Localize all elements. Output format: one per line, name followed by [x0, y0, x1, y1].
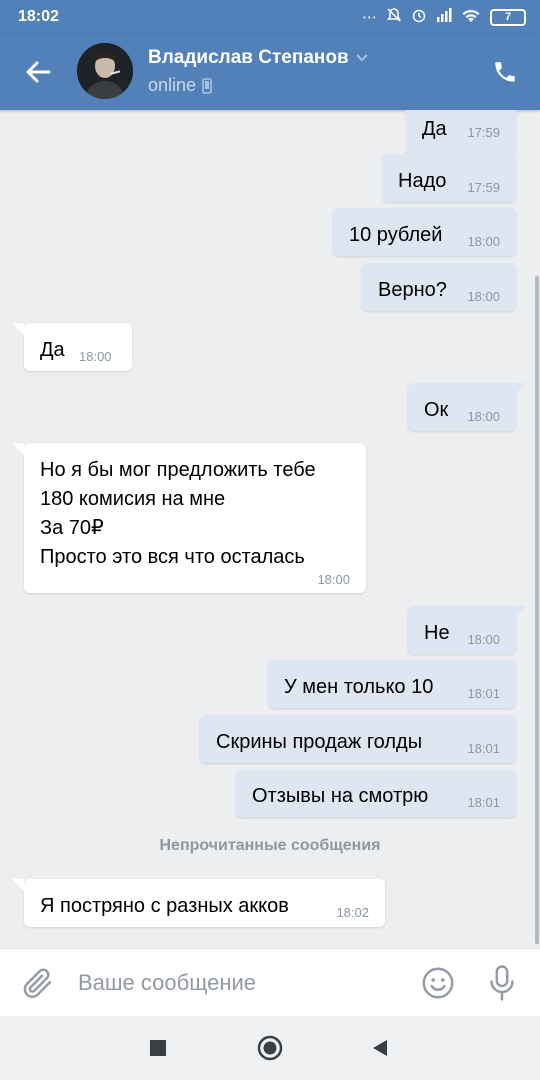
message-text: 10 рублей	[349, 224, 443, 246]
mute-icon	[386, 7, 402, 27]
message-text: Да	[422, 118, 447, 140]
message-text: У мен только 10	[284, 676, 434, 698]
message-text: Да	[40, 339, 65, 361]
message-text: Отзывы на смотрю	[252, 785, 429, 807]
peer-name[interactable]: Владислав Степанов	[148, 47, 369, 69]
message-time: 18:01	[467, 795, 500, 810]
message-text: Скрины продаж голды	[216, 731, 423, 753]
call-button[interactable]	[488, 55, 522, 89]
online-status: online	[148, 75, 197, 95]
status-icons: ⋯ 7	[362, 7, 526, 27]
message-outgoing[interactable]: Да 17:59	[406, 110, 516, 156]
message-text: Надо	[398, 170, 447, 192]
message-outgoing[interactable]: Не 18:00	[408, 606, 526, 654]
system-nav-bar	[0, 1016, 540, 1080]
unread-divider: Непрочитанные сообщения	[159, 837, 381, 854]
message-composer	[0, 948, 540, 1016]
message-time: 18:00	[467, 234, 500, 249]
message-incoming[interactable]: Но я бы мог предложить тебе 180 комисия …	[12, 443, 366, 593]
message-text: Но я бы мог предложить тебе 180 комисия …	[40, 459, 316, 568]
message-time: 18:01	[467, 741, 500, 756]
voice-message-button[interactable]	[484, 963, 520, 1003]
message-outgoing[interactable]: Надо 17:59	[382, 154, 516, 202]
message-outgoing[interactable]: У мен только 10 18:01	[268, 660, 516, 708]
circle-icon	[257, 1035, 283, 1061]
chevron-down-icon	[355, 54, 368, 62]
phone-icon	[495, 62, 515, 82]
peer-status: online	[148, 75, 212, 96]
triangle-back-icon	[373, 1040, 387, 1056]
chat-header: Владислав Степанов online	[0, 34, 540, 110]
message-input[interactable]	[78, 963, 398, 1003]
message-incoming[interactable]: Я постряно с разных акков 18:02	[12, 879, 385, 927]
emoji-button[interactable]	[420, 965, 456, 1001]
avatar[interactable]	[77, 43, 133, 99]
message-outgoing[interactable]: Скрины продаж голды 18:01	[200, 715, 516, 763]
microphone-icon	[490, 965, 514, 1001]
message-time: 18:00	[467, 289, 500, 304]
message-text: Верно?	[378, 279, 447, 301]
message-time: 18:02	[336, 905, 369, 920]
message-time: 18:00	[467, 632, 500, 647]
mobile-icon	[202, 77, 212, 94]
message-text: Я постряно с разных акков	[40, 895, 289, 917]
home-button[interactable]	[254, 1032, 286, 1064]
recents-button[interactable]	[142, 1032, 174, 1064]
message-outgoing[interactable]: 10 рублей 18:00	[333, 208, 516, 256]
message-time: 18:01	[467, 686, 500, 701]
attach-button[interactable]	[20, 965, 56, 1001]
scrollbar[interactable]	[535, 276, 539, 944]
message-time: 18:00	[317, 572, 350, 587]
message-text: Ок	[424, 399, 449, 421]
paperclip-icon	[23, 968, 52, 998]
alarm-icon	[411, 7, 427, 27]
message-outgoing[interactable]: Верно? 18:00	[362, 263, 516, 311]
message-outgoing[interactable]: Отзывы на смотрю 18:01	[236, 769, 516, 817]
back-button[interactable]	[20, 54, 56, 90]
message-list[interactable]: Да 17:59 Надо 17:59 10 рублей 18:00 Верн…	[0, 110, 540, 948]
battery-icon: 7	[490, 8, 526, 26]
message-time: 17:59	[467, 180, 500, 195]
square-icon	[150, 1040, 166, 1056]
status-bar: 18:02 ⋯ 7	[0, 0, 540, 34]
back-arrow-icon	[26, 61, 51, 83]
message-time: 17:59	[467, 125, 500, 140]
smile-icon	[422, 967, 454, 999]
peer-name-text: Владислав Степанов	[148, 47, 349, 68]
message-time: 18:00	[79, 349, 112, 364]
more-dots-icon: ⋯	[362, 9, 377, 26]
message-outgoing[interactable]: Ок 18:00	[408, 383, 526, 431]
message-text: Не	[424, 622, 450, 644]
message-time: 18:00	[467, 409, 500, 424]
wifi-icon	[461, 8, 481, 27]
signal-icon	[436, 8, 452, 26]
back-nav-button[interactable]	[364, 1032, 396, 1064]
message-incoming[interactable]: Да 18:00	[12, 323, 132, 371]
status-time: 18:02	[18, 8, 59, 25]
